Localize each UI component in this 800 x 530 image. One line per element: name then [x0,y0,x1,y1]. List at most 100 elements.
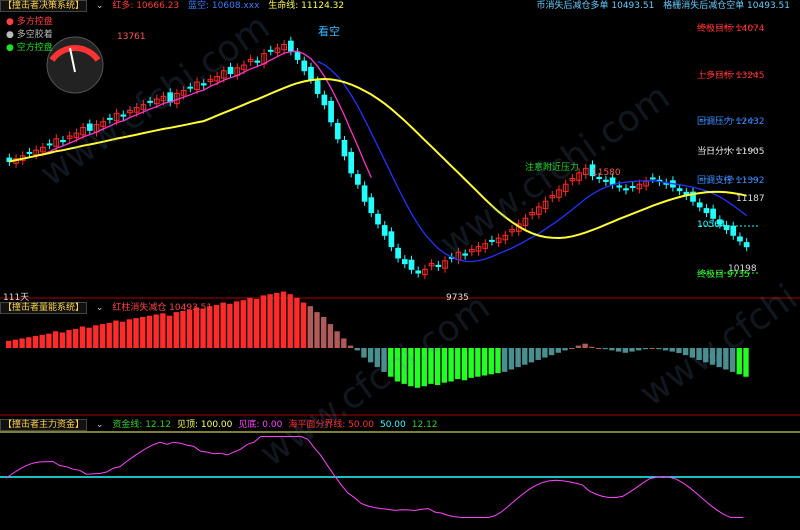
volume-bar [408,348,414,387]
volume-bar [622,348,629,353]
volume-bar [528,348,535,363]
volume-bar [254,298,260,348]
candle-body [341,140,348,157]
volume-bar [689,348,696,358]
candle-body [167,92,174,103]
candle-body [107,117,113,120]
volume-bar [495,348,501,374]
volume-bar [227,303,233,348]
candle-body [200,83,207,86]
candle-body [288,40,294,52]
legend-neutral: ● 多空胶着 [6,30,53,40]
chevron-down-icon[interactable]: ⌄ [96,420,104,430]
volume-bar [729,348,736,372]
candle-body [227,66,234,75]
fund-indicator: 资金线: 12.12 [112,420,171,430]
volume-bar [414,348,421,388]
candle-body [388,231,395,248]
volume-bar [274,293,280,348]
volume-bar [535,348,541,360]
volume-bar [52,331,59,348]
volume-bar [736,348,742,375]
volume-bar [448,348,454,382]
volume-bar [662,348,669,351]
volume-bar [173,312,179,348]
volume-bar [669,348,675,352]
volume-bar [367,348,374,363]
near-resistance-annotation: 注意附近压力 [525,163,580,173]
volume-bar [12,339,19,348]
low-label: 9735 [446,293,469,303]
volume-bar [656,348,662,350]
main-panel-title[interactable]: 【撞击者决策系统】 [0,0,88,12]
level-label: 终极目标 14074 [697,23,765,34]
volume-bar [401,348,407,384]
volume-bar [508,348,515,370]
volume-bar [676,348,682,354]
volume-bar [723,348,729,370]
candle-body [328,100,334,123]
volume-bar [461,348,468,381]
volume-bar [555,348,561,353]
candle-body [361,185,368,202]
volume-bar [709,348,716,365]
indicator-red-long: 红多: 10666.23 [112,1,180,11]
fund-indicator: 海平面分界线: 50.00 [288,420,374,430]
volume-bar [126,319,133,348]
top-right-notes: 币消失后减仓多单 10493.51 格栅消失后减仓空单 10493.51 [537,0,797,12]
top-right-note: 格栅消失后减仓空单 10493.51 [663,1,790,11]
candle-body [301,60,308,72]
candle-body [649,177,656,180]
volume-bar [602,348,608,350]
chevron-down-icon[interactable]: ⌄ [96,1,104,11]
volume-bar [696,348,702,360]
candle-body [703,208,710,214]
bottom-panel-items: 资金线: 12.12 见顶: 100.00 见底: 0.00 海平面分界线: 50.0… [112,420,443,430]
mid-panel-header: 【撞击者量能系统】 ⌄ 红柱消失减仓 10493.51 [0,302,218,314]
chevron-down-icon[interactable]: ⌄ [96,303,104,313]
candle-body [147,100,153,103]
bottom-panel-header: 【撞击者主力资金】 ⌄ 资金线: 12.12 见顶: 100.00 见底: 0.00… [0,419,450,431]
candle-body [120,114,127,117]
volume-bar [267,294,273,348]
volume-bar [59,332,65,348]
volume-bar [6,340,12,348]
volume-bar [743,348,749,377]
level-label: 回调压力 12432 [697,116,765,127]
level-label: 终极目 9735 [697,269,750,280]
volume-bar [46,333,52,348]
volume-bar [341,338,347,348]
volume-bar [186,309,193,348]
volume-bar [287,294,293,348]
candle-body [348,151,355,174]
candle-body [408,259,415,270]
volume-bar [113,320,119,348]
volume-bar [716,348,722,368]
volume-bar [347,345,354,348]
volume-bar [321,316,327,348]
candle-body [696,202,703,208]
volume-bar [374,348,381,368]
candle-body [623,188,629,191]
volume-bar [434,348,441,386]
volume-bar [542,348,548,358]
indicator-life-line: 生命线: 11124.32 [268,1,345,11]
candle-body [395,247,401,259]
volume-bar [307,306,313,348]
candle-body [616,185,623,188]
candle-body [355,174,361,185]
volume-bar [166,315,173,348]
volume-bar [388,348,394,377]
volume-bar [515,348,521,368]
candle-body [489,239,495,242]
mid-panel-title[interactable]: 【撞击者量能系统】 [0,302,88,314]
candle-body [86,123,93,131]
candle-body [308,66,314,80]
chart-canvas [0,26,800,518]
volume-bar [703,348,709,363]
candle-body [609,177,616,185]
volume-bar [247,297,253,348]
bottom-panel-title[interactable]: 【撞击者主力资金】 [0,419,88,431]
volume-bar [300,302,307,348]
volume-bar [106,322,112,348]
